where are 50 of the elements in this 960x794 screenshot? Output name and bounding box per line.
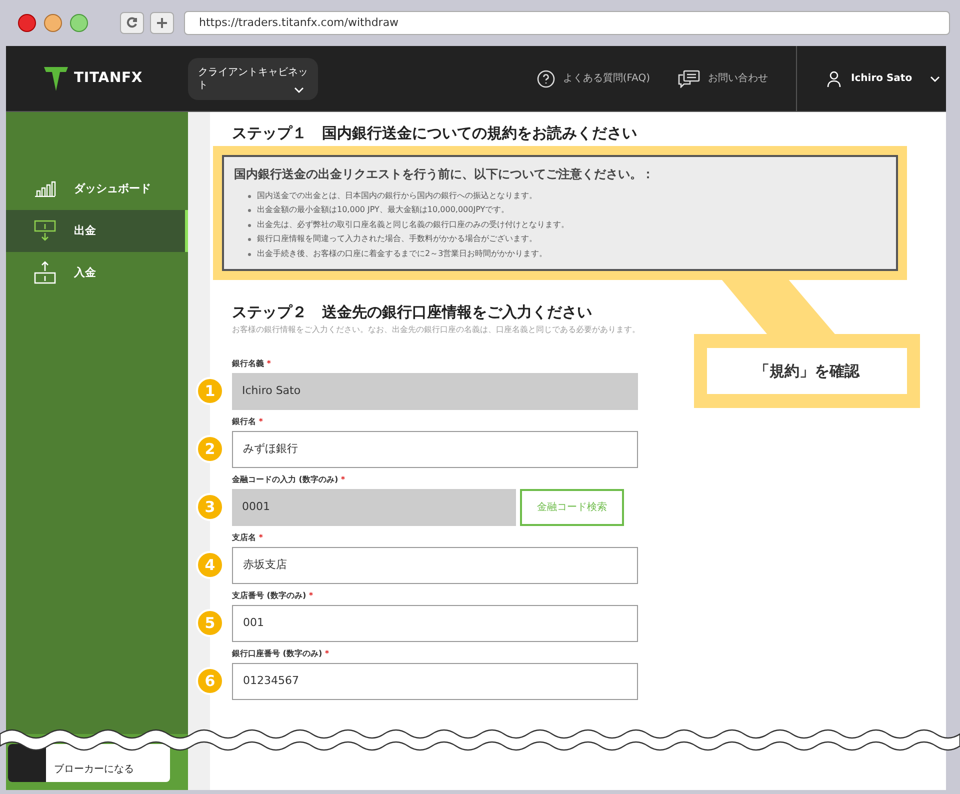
new-tab-button[interactable]	[150, 12, 174, 34]
text-input-field[interactable]: 01234567	[232, 662, 638, 700]
user-menu-button[interactable]: Ichiro Sato	[796, 46, 946, 111]
notice-item: 出金手続き後、お客様の口座に着金するまでに2～3営業日お時間がかかります。	[248, 246, 886, 261]
step-number-badge: 3	[196, 493, 224, 521]
plus-icon	[157, 18, 167, 28]
notice-item: 出金先は、必ず弊社の取引口座名義と同じ名義の銀行口座のみの受け付けとなります。	[248, 218, 886, 232]
step-number-badge: 4	[196, 551, 224, 579]
notice-item: 出金金額の最小金額は10,000 JPY、最大金額は10,000,000JPYです。	[248, 203, 886, 218]
bar-chart-icon	[34, 181, 56, 197]
notice-title: 国内銀行送金の出金リクエストを行う前に、以下についてご注意ください。：	[234, 166, 655, 182]
field-label: 金融コードの入力 (数字のみ) *	[232, 474, 346, 486]
promo-card[interactable]: ブローカーになる	[8, 744, 170, 782]
step-number-badge: 6	[196, 667, 224, 695]
address-bar[interactable]: https://traders.titanfx.com/withdraw	[184, 11, 950, 35]
field-label: 支店番号 (数字のみ) *	[232, 590, 314, 602]
sidebar-item[interactable]: ダッシュボード	[6, 168, 188, 210]
faq-link[interactable]: よくある質問(FAQ)	[536, 70, 650, 88]
text-input-field[interactable]: 赤坂支店	[232, 546, 638, 584]
step-one-heading: ステップ１ 国内銀行送金についての規約をお読みください	[232, 123, 638, 144]
field-label: 銀行名義 *	[232, 358, 271, 370]
notice-item: 銀行口座情報を間違って入力された場合、手数料がかかる場合がございます。	[248, 232, 886, 246]
banknote-down-icon	[34, 220, 56, 242]
sidebar-item[interactable]: 入金	[6, 252, 188, 294]
notice-item: 国内送金での出金とは、日本国内の銀行から国内の銀行への振込となります。	[248, 188, 886, 203]
reload-button[interactable]	[120, 12, 144, 34]
step-number-badge: 1	[196, 377, 224, 405]
chevron-down-icon	[930, 76, 940, 82]
sidebar-item[interactable]: 出金	[6, 210, 188, 252]
step-two-heading: ステップ２ 送金先の銀行口座情報をご入力ください	[232, 302, 593, 323]
step-number-badge: 2	[196, 435, 224, 463]
minimize-window-icon[interactable]	[44, 14, 62, 32]
question-mark-icon	[536, 70, 555, 88]
step-number-badge: 5	[196, 609, 224, 637]
field-label: 銀行名 *	[232, 416, 263, 428]
cabinet-menu-button[interactable]: クライアントキャビネット	[188, 58, 318, 100]
field-label: 銀行口座番号 (数字のみ) *	[232, 648, 330, 660]
user-icon	[827, 70, 841, 86]
chat-bubbles-icon	[678, 70, 700, 88]
banknote-up-icon	[34, 261, 56, 285]
logo-text: TITANFX	[74, 69, 143, 88]
logo-icon	[44, 66, 68, 92]
close-window-icon[interactable]	[18, 14, 36, 32]
reload-icon	[126, 17, 138, 29]
contact-link[interactable]: お問い合わせ	[678, 70, 768, 88]
text-input-field[interactable]: みずほ銀行	[232, 430, 638, 468]
field-label: 支店名 *	[232, 532, 263, 544]
step-two-description: お客様の銀行情報をご入力ください。なお、出金先の銀行口座の名義は、口座名義と同じである必要があります。	[232, 324, 641, 336]
chevron-down-icon	[294, 86, 304, 92]
text-input-field[interactable]: 001	[232, 604, 638, 642]
